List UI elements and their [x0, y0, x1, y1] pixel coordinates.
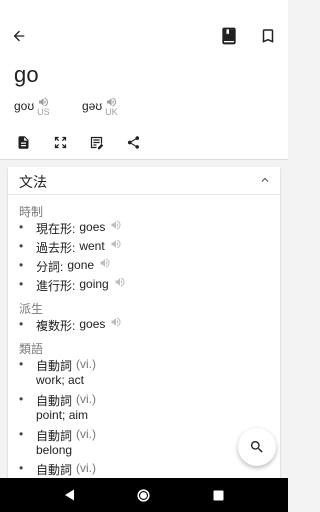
dictionary-book-icon: [222, 27, 236, 45]
synonym-meaning: work; act: [36, 373, 85, 387]
section-title-derivation: 派生: [19, 302, 44, 316]
form-label: 分詞:: [36, 260, 64, 274]
section-title-synonyms: 類語: [19, 342, 44, 356]
region-label: US: [37, 107, 50, 117]
nav-home-button[interactable]: [134, 485, 154, 505]
fullscreen-button[interactable]: [51, 133, 69, 151]
synonym-meaning: belong: [36, 443, 73, 457]
edit-note-button[interactable]: [87, 133, 105, 151]
speaker-icon[interactable]: [99, 257, 111, 269]
bullet: •: [19, 427, 24, 441]
pos-tag: (vi.): [76, 461, 97, 475]
share-button[interactable]: [124, 133, 142, 151]
dictionary-button[interactable]: [217, 24, 241, 48]
form-value: went: [79, 239, 105, 253]
word-header: go goʊ US gəʊ UK: [0, 0, 288, 160]
document-button[interactable]: [14, 133, 32, 151]
form-value: goes: [79, 220, 106, 234]
form-value: gone: [67, 258, 95, 272]
list-item: • 自動詞 (vi.): [19, 392, 96, 409]
bullet: •: [19, 317, 24, 331]
bookmark-icon: [262, 29, 274, 43]
ipa-text: goʊ: [14, 99, 35, 113]
collapse-button[interactable]: [258, 173, 272, 192]
card-title: 文法: [19, 174, 47, 190]
pos-tag: (vi.): [76, 357, 97, 371]
pronunciation-us: goʊ US: [14, 96, 50, 117]
square-recents-icon: [213, 490, 224, 500]
region-label: UK: [105, 107, 118, 117]
form-label: 過去形:: [36, 241, 76, 255]
bookmark-button[interactable]: [257, 24, 279, 48]
document-icon: [18, 135, 28, 149]
form-label: 進行形:: [36, 279, 76, 293]
pos-tag: (vi.): [76, 392, 97, 406]
part-of-speech: 自動詞: [36, 429, 73, 443]
section-title-tense: 時制: [19, 205, 44, 219]
search-fab-button[interactable]: [238, 428, 276, 466]
bullet: •: [19, 277, 24, 291]
pronunciation-uk: gəʊ UK: [82, 96, 118, 117]
triangle-back-icon: [64, 489, 74, 501]
form-value: going: [79, 277, 109, 291]
system-navigation-bar: [0, 478, 288, 512]
bullet: •: [19, 357, 24, 371]
list-item: • 進行形: going: [19, 277, 126, 294]
list-item: • 複数形: goes: [19, 317, 122, 334]
list-item: • 現在形: goes: [19, 220, 122, 237]
back-arrow-icon: [13, 30, 25, 42]
list-item: • 過去形: went: [19, 239, 122, 256]
list-item: • 自動詞 (vi.): [19, 461, 96, 478]
nav-back-button[interactable]: [59, 485, 79, 505]
list-item: • 自動詞 (vi.): [19, 357, 96, 374]
fullscreen-icon: [54, 136, 66, 148]
share-icon: [127, 135, 139, 149]
part-of-speech: 自動詞: [36, 463, 73, 477]
bullet: •: [19, 239, 24, 253]
bullet: •: [19, 392, 24, 406]
nav-recents-button[interactable]: [209, 485, 229, 505]
search-icon: [250, 441, 263, 453]
part-of-speech: 自動詞: [36, 394, 73, 408]
form-label: 現在形:: [36, 222, 76, 236]
ipa-text: gəʊ: [82, 99, 103, 113]
part-of-speech: 自動詞: [36, 359, 73, 373]
speaker-icon[interactable]: [110, 219, 122, 231]
form-label: 複数形:: [36, 319, 76, 333]
bullet: •: [19, 258, 24, 272]
edit-note-icon: [90, 136, 103, 149]
chevron-up-icon: [261, 177, 269, 182]
back-button[interactable]: [8, 25, 30, 47]
form-value: goes: [79, 317, 106, 331]
circle-home-icon: [137, 488, 151, 502]
pos-tag: (vi.): [76, 427, 97, 441]
list-item: • 自動詞 (vi.): [19, 427, 96, 444]
bullet: •: [19, 220, 24, 234]
speaker-icon[interactable]: [110, 238, 122, 250]
synonym-meaning: point; aim: [36, 408, 89, 422]
headword: go: [14, 62, 39, 87]
speaker-icon[interactable]: [114, 276, 126, 288]
divider: [8, 194, 280, 195]
list-item: • 分詞: gone: [19, 258, 111, 275]
bullet: •: [19, 461, 24, 475]
speaker-icon[interactable]: [110, 316, 122, 328]
